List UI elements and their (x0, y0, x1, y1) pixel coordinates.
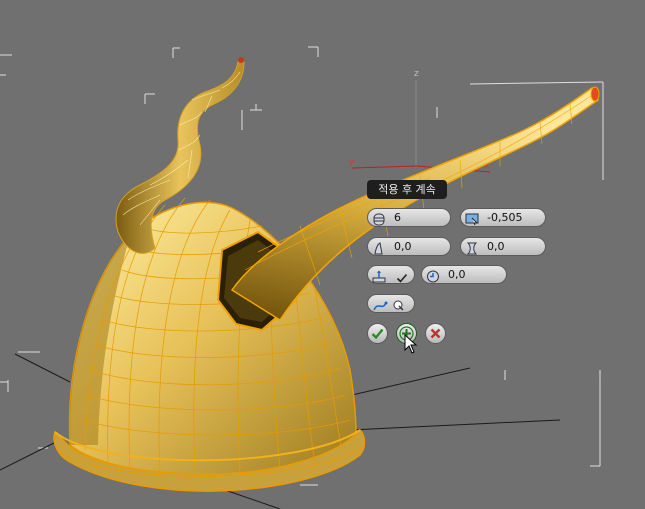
ok-check-icon (371, 328, 384, 340)
local-normal-toggle[interactable] (367, 265, 415, 284)
twist-icon (426, 268, 440, 283)
bias-field[interactable]: 0,0 (367, 237, 451, 256)
ok-button[interactable] (367, 323, 388, 344)
pick-spline-icon (372, 297, 408, 311)
cancel-button[interactable] (425, 323, 446, 344)
bias-icon (372, 240, 386, 255)
mouse-cursor-icon (404, 334, 418, 354)
local-normal-icon (372, 268, 386, 283)
tension-icon (465, 211, 479, 226)
3d-viewport[interactable]: z y x 적용 후 계속 6 -0,505 0,0 0,0 0,0 (0, 0, 645, 509)
twist-value: 0,0 (448, 268, 466, 281)
segments-field[interactable]: 6 (367, 208, 451, 227)
axis-label-z: z (414, 69, 419, 79)
segments-icon (372, 211, 386, 226)
segments-value: 6 (394, 211, 401, 224)
apply-continue-tooltip: 적용 후 계속 (367, 180, 447, 199)
taper-field[interactable]: 0,0 (460, 237, 546, 256)
twist-field[interactable]: 0,0 (421, 265, 507, 284)
check-icon (396, 269, 408, 288)
viewport-scene[interactable]: z y x (0, 0, 645, 509)
bias-value: 0,0 (394, 240, 412, 253)
cancel-x-icon (430, 328, 441, 339)
taper-icon (465, 240, 479, 255)
tension-value: -0,505 (487, 211, 523, 224)
pick-spline-button[interactable] (367, 294, 415, 313)
tension-field[interactable]: -0,505 (460, 208, 546, 227)
taper-value: 0,0 (487, 240, 505, 253)
axis-label-y: y (349, 157, 355, 167)
